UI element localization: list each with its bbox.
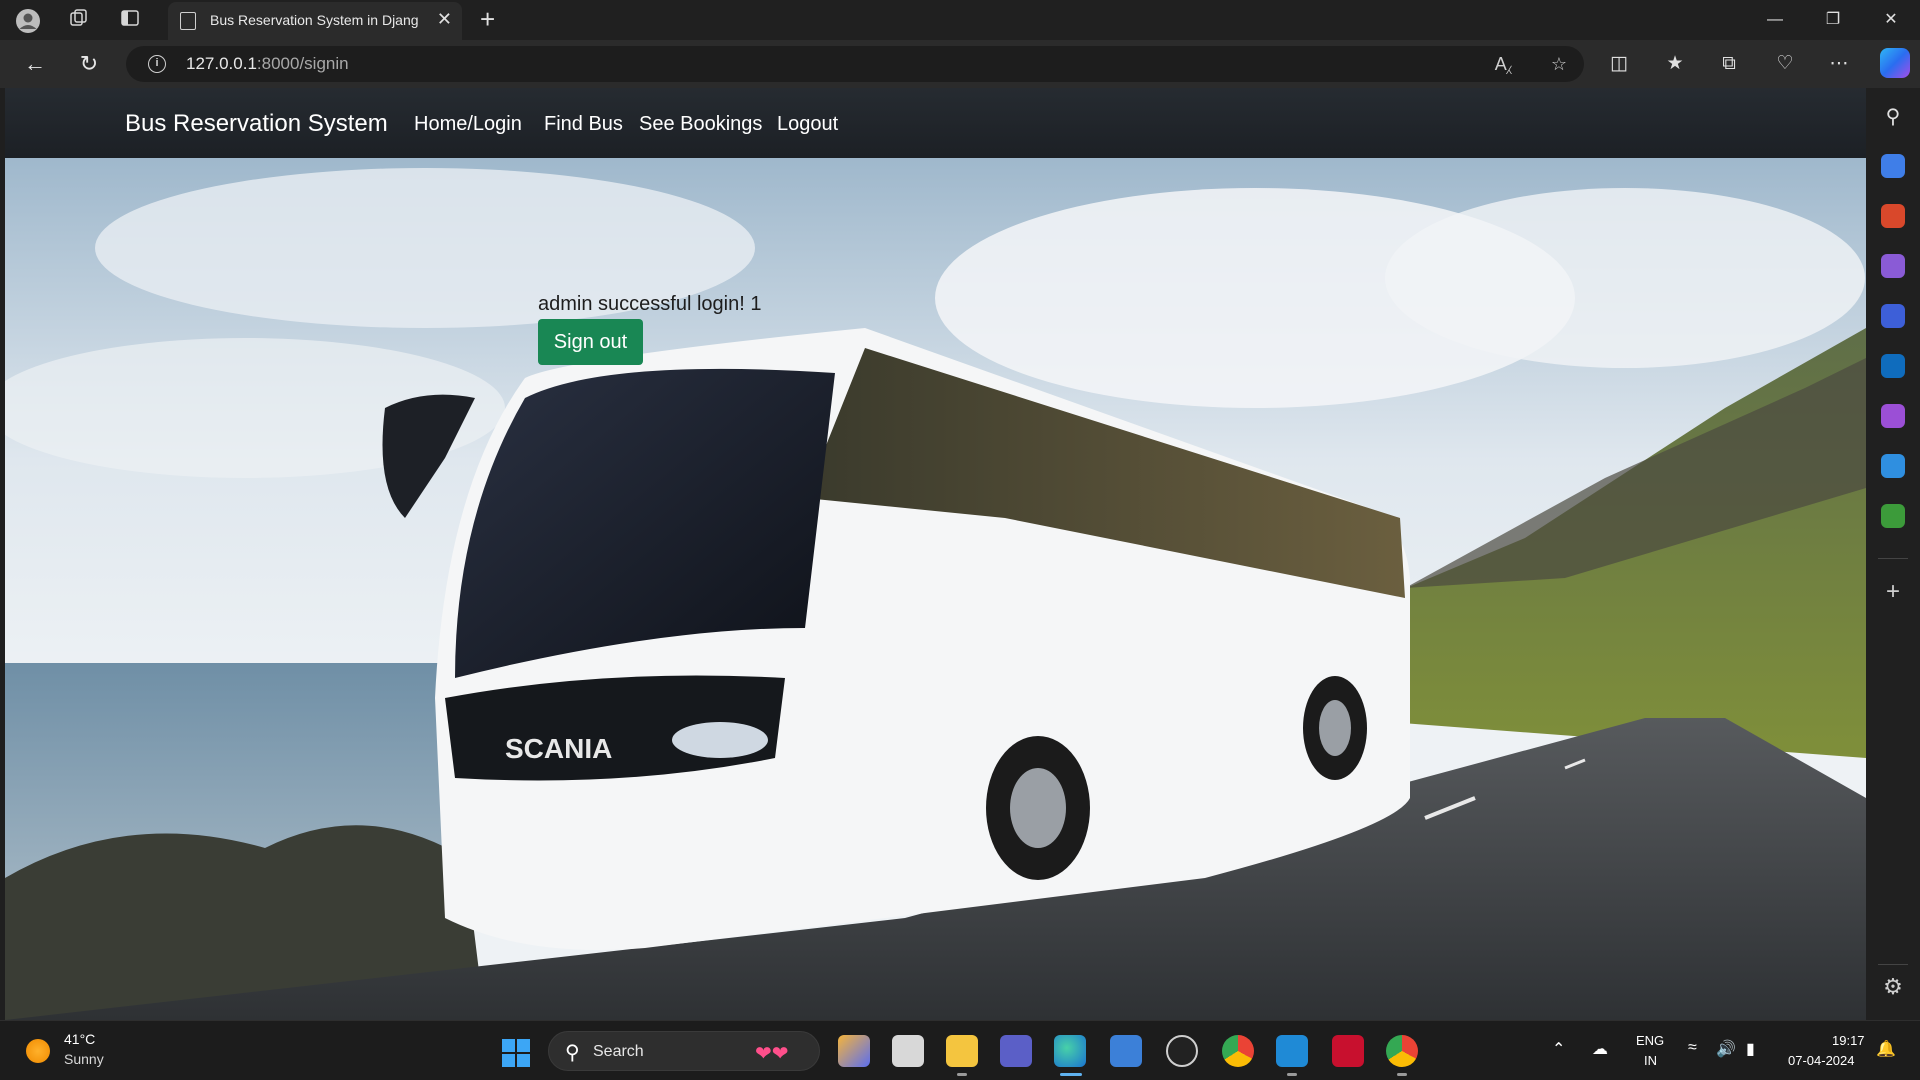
edge-icon[interactable] <box>1054 1035 1086 1067</box>
nav-see-bookings[interactable]: See Bookings <box>639 113 762 136</box>
read-aloud-icon[interactable]: A⁁ <box>1490 52 1516 76</box>
search-icon: ⚲ <box>565 1042 580 1064</box>
sidebar-copilot-app-icon[interactable] <box>1881 304 1905 328</box>
weather-sun-icon[interactable] <box>26 1039 50 1063</box>
collections-icon[interactable]: ⧉ <box>1714 50 1744 78</box>
url-text[interactable]: 127.0.0.1:8000/signin <box>186 54 349 74</box>
wifi-icon[interactable]: ≈ <box>1688 1039 1697 1057</box>
favorite-star-icon[interactable]: ☆ <box>1546 52 1572 76</box>
clock-time[interactable]: 19:17 <box>1832 1033 1865 1048</box>
region-indicator[interactable]: IN <box>1644 1053 1657 1068</box>
restore-button[interactable]: ❐ <box>1810 6 1856 34</box>
nav-home-login[interactable]: Home/Login <box>414 113 522 136</box>
page-favicon-icon <box>180 12 196 30</box>
teams-icon[interactable] <box>1000 1035 1032 1067</box>
login-success-message: admin successful login! 1 <box>538 293 762 315</box>
sidebar-games-icon[interactable] <box>1881 254 1905 278</box>
new-tab-button[interactable]: + <box>480 4 495 35</box>
windows-start-icon[interactable] <box>502 1039 530 1067</box>
workspaces-icon[interactable] <box>64 8 92 32</box>
sidebar-send-icon[interactable] <box>1881 454 1905 478</box>
search-label: Search <box>593 1043 644 1060</box>
navbar-brand[interactable]: Bus Reservation System <box>125 110 388 138</box>
chrome-profile-icon[interactable] <box>1386 1035 1418 1067</box>
back-button[interactable]: ← <box>20 50 50 78</box>
taskbar-search-box[interactable]: ⚲ Search ❤❤ <box>548 1031 820 1071</box>
clock-date[interactable]: 07-04-2024 <box>1788 1053 1855 1068</box>
chrome-icon[interactable] <box>1222 1035 1254 1067</box>
notification-bell-icon[interactable]: 🔔 <box>1876 1039 1896 1059</box>
sidebar-outlook-icon[interactable] <box>1881 354 1905 378</box>
sidebar-designer-icon[interactable] <box>1881 404 1905 428</box>
vscode-icon[interactable] <box>1276 1035 1308 1067</box>
mcafee-icon[interactable] <box>1332 1035 1364 1067</box>
bus-brand-logo: SCANIA <box>505 733 612 764</box>
refresh-button[interactable]: ↻ <box>74 50 104 78</box>
minimize-button[interactable]: — <box>1752 6 1798 34</box>
url-host: 127.0.0.1 <box>186 54 257 73</box>
running-indicator <box>957 1073 967 1076</box>
site-navbar: Bus Reservation System Home/Login Find B… <box>5 88 1866 158</box>
weather-condition[interactable]: Sunny <box>64 1051 104 1067</box>
sidebar-separator <box>1878 558 1908 559</box>
sign-out-button[interactable]: Sign out <box>538 319 643 365</box>
browser-titlebar: Bus Reservation System in Djang ✕ + — ❐ … <box>0 0 1920 40</box>
dell-icon[interactable] <box>1166 1035 1198 1067</box>
profile-icon[interactable] <box>14 8 42 33</box>
microsoft-store-icon[interactable] <box>1110 1035 1142 1067</box>
sidebar-settings-icon[interactable]: ⚙ <box>1880 974 1906 1000</box>
language-indicator[interactable]: ENG <box>1636 1033 1664 1048</box>
task-view-icon[interactable] <box>892 1035 924 1067</box>
bus-on-road-illustration: SCANIA <box>5 158 1866 1020</box>
url-path: :8000/signin <box>256 54 349 73</box>
browser-essentials-icon[interactable]: ♡ <box>1770 50 1800 78</box>
copilot-pre-app-icon[interactable] <box>838 1035 870 1067</box>
nav-logout[interactable]: Logout <box>777 113 838 136</box>
show-hidden-icons-chevron-icon[interactable]: ⌃ <box>1552 1039 1565 1059</box>
active-tab[interactable]: Bus Reservation System in Djang ✕ <box>168 2 462 40</box>
sidebar-tools-icon[interactable] <box>1881 204 1905 228</box>
active-indicator <box>1060 1073 1082 1076</box>
page-viewport: Bus Reservation System Home/Login Find B… <box>5 88 1866 1020</box>
edge-sidebar: ⚲ + ⚙ <box>1866 88 1920 1020</box>
file-explorer-icon[interactable] <box>946 1035 978 1067</box>
more-menu-icon[interactable]: ⋯ <box>1824 50 1854 78</box>
favorites-icon[interactable]: ★ <box>1660 50 1690 78</box>
sidebar-add-icon[interactable]: + <box>1880 578 1906 606</box>
sidebar-shopping-icon[interactable] <box>1881 154 1905 178</box>
weather-temperature[interactable]: 41°C <box>64 1031 95 1047</box>
vertical-tabs-icon[interactable] <box>116 8 144 32</box>
battery-icon[interactable]: ▮ <box>1746 1039 1755 1059</box>
copilot-icon[interactable] <box>1880 48 1910 78</box>
search-highlight-icon: ❤❤ <box>755 1043 789 1065</box>
onedrive-cloud-icon[interactable]: ☁ <box>1592 1039 1608 1059</box>
hero-background-image: SCANIA admin successful login! 1 Sign ou… <box>5 158 1866 1020</box>
split-screen-icon[interactable]: ◫ <box>1604 50 1634 78</box>
window-close-button[interactable]: ✕ <box>1868 6 1914 34</box>
sidebar-tree-icon[interactable] <box>1881 504 1905 528</box>
volume-icon[interactable]: 🔊 <box>1716 1039 1736 1059</box>
tab-close-icon[interactable]: ✕ <box>437 9 452 30</box>
sidebar-separator <box>1878 964 1908 965</box>
sidebar-search-icon[interactable]: ⚲ <box>1881 104 1905 128</box>
running-indicator <box>1397 1073 1407 1076</box>
running-indicator <box>1287 1073 1297 1076</box>
address-bar[interactable]: i 127.0.0.1:8000/signin A⁁ ☆ <box>126 46 1584 82</box>
browser-toolbar: ← ↻ i 127.0.0.1:8000/signin A⁁ ☆ ◫ ★ ⧉ ♡… <box>0 40 1920 88</box>
tab-title: Bus Reservation System in Djang <box>210 12 419 28</box>
windows-taskbar: 41°C Sunny ⚲ Search ❤❤ ⌃ ☁ ENG IN ≈ 🔊 ▮ … <box>0 1020 1920 1080</box>
nav-find-bus[interactable]: Find Bus <box>544 113 623 136</box>
site-info-icon[interactable]: i <box>148 55 166 73</box>
